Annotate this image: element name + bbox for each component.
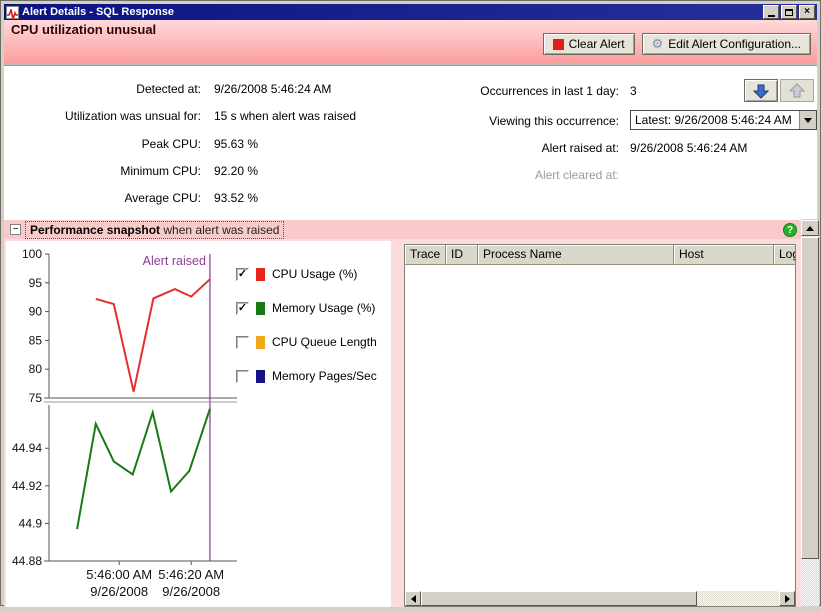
column-login[interactable]: Login [774,245,795,265]
memory-usage-checkbox[interactable]: ✓ [236,301,249,315]
maximize-button[interactable] [781,5,797,19]
process-table: Trace ID Process Name Host Login [404,244,796,607]
arrow-right-icon [784,594,790,603]
svg-text:5:46:20 AM: 5:46:20 AM [158,567,224,582]
alert-header: CPU utilization unusual Clear Alert Edit… [4,20,817,64]
clear-alert-button[interactable]: Clear Alert [542,33,635,55]
title-bar: Alert Details - SQL Response × [4,4,817,22]
vertical-scroll-thumb[interactable] [801,237,819,559]
arrow-left-icon [410,594,416,603]
horizontal-scroll-thumb[interactable] [421,591,697,606]
svg-text:44.92: 44.92 [12,479,42,493]
svg-text:44.88: 44.88 [12,554,42,568]
clear-alert-icon [552,38,564,50]
occurrence-select-value: Latest: 9/26/2008 5:46:24 AM [635,113,792,127]
previous-occurrence-button[interactable] [744,79,778,102]
column-id[interactable]: ID [446,245,478,265]
legend-row-memory-pages: Memory Pages/Sec [236,369,377,383]
maximize-icon [785,8,793,16]
cpu-usage-label: CPU Usage (%) [272,267,358,281]
vertical-scrollbar[interactable] [801,220,819,606]
memory-pages-checkbox[interactable] [236,369,249,383]
window-title: Alert Details - SQL Response [22,6,175,18]
memory-usage-swatch [256,301,265,315]
performance-chart: 100 95 90 85 80 75 44.94 44.92 44.9 44.88 5:46:00 … [12,247,237,599]
help-icon[interactable] [783,223,797,237]
combo-dropdown-button[interactable] [799,111,816,129]
alert-details-window: Alert Details - SQL Response × CPU utili… [0,0,821,607]
svg-text:9/26/2008: 9/26/2008 [162,584,220,599]
cpu-queue-swatch [256,335,265,349]
alert-raised-at-value: 9/26/2008 5:46:24 AM [630,141,748,155]
arrow-down-icon [753,84,769,99]
next-occurrence-button[interactable] [780,79,814,102]
legend-row-cpu-queue: CPU Queue Length [236,335,377,349]
performance-snapshot-body: 100 95 90 85 80 75 44.94 44.92 44.9 44.88 5:46:00 … [4,239,801,607]
clear-alert-label: Clear Alert [568,37,625,51]
horizontal-scrollbar[interactable] [405,591,795,606]
close-icon: × [804,6,810,17]
edit-alert-config-label: Edit Alert Configuration... [668,37,801,51]
arrow-up-small-icon [806,225,814,231]
memory-pages-label: Memory Pages/Sec [272,369,377,383]
column-trace[interactable]: Trace [405,245,446,265]
cpu-queue-label: CPU Queue Length [272,335,377,349]
scroll-up-button[interactable] [801,220,819,236]
occurrences-label: Occurrences in last 1 day: [480,84,619,98]
svg-text:100: 100 [22,247,42,261]
svg-text:80: 80 [29,362,43,376]
performance-snapshot-header: Performance snapshot when alert was rais… [4,219,801,239]
legend-row-cpu-usage: ✓ CPU Usage (%) [236,267,357,281]
svg-text:9/26/2008: 9/26/2008 [90,584,148,599]
svg-text:85: 85 [29,333,43,347]
minimize-icon [767,14,775,17]
process-table-header: Trace ID Process Name Host Login [405,245,795,265]
app-pulse-icon [6,5,19,22]
close-button[interactable]: × [799,5,815,19]
occurrences-value: 3 [630,84,637,98]
svg-text:95: 95 [29,276,43,290]
cpu-usage-checkbox[interactable]: ✓ [236,267,249,281]
viewing-occurrence-label: Viewing this occurrence: [489,114,619,128]
memory-pages-swatch [256,369,265,383]
svg-text:75: 75 [29,391,43,405]
column-process-name[interactable]: Process Name [478,245,674,265]
arrow-up-icon [789,82,805,97]
legend-row-memory-usage: ✓ Memory Usage (%) [236,301,375,315]
performance-snapshot-title-box[interactable]: Performance snapshot when alert was rais… [25,221,285,239]
alert-raised-at-label: Alert raised at: [541,141,619,155]
performance-chart-panel: 100 95 90 85 80 75 44.94 44.92 44.9 44.88 5:46:00 … [6,241,391,607]
edit-alert-config-button[interactable]: Edit Alert Configuration... [641,33,811,55]
svg-text:Alert raised: Alert raised [143,254,206,268]
chevron-down-icon [804,117,812,123]
cpu-usage-swatch [256,267,265,281]
occurrence-select[interactable]: Latest: 9/26/2008 5:46:24 AM [630,110,817,130]
scroll-left-button[interactable] [405,591,421,606]
performance-snapshot-subtitle: when alert was raised [163,223,280,237]
vertical-scroll-track[interactable] [801,236,819,606]
svg-text:44.94: 44.94 [12,441,42,455]
column-host[interactable]: Host [674,245,774,265]
alert-cleared-at-label: Alert cleared at: [534,168,619,182]
average-cpu-value: 93.52 % [214,191,259,205]
collapse-icon[interactable] [10,224,21,235]
cpu-queue-checkbox[interactable] [236,335,249,349]
svg-text:44.9: 44.9 [19,516,43,530]
svg-text:90: 90 [29,305,43,319]
alert-details-panel: Detected at: 9/26/2008 5:46:24 AM Utiliz… [4,66,817,219]
alert-name: CPU utilization unusual [11,22,157,37]
memory-usage-label: Memory Usage (%) [272,301,376,315]
svg-text:5:46:00 AM: 5:46:00 AM [86,567,152,582]
minimize-button[interactable] [763,5,779,19]
performance-snapshot-title: Performance snapshot [30,223,161,237]
scroll-right-button[interactable] [779,591,795,606]
average-cpu-label: Average CPU: [124,191,201,205]
gear-icon [652,37,664,51]
